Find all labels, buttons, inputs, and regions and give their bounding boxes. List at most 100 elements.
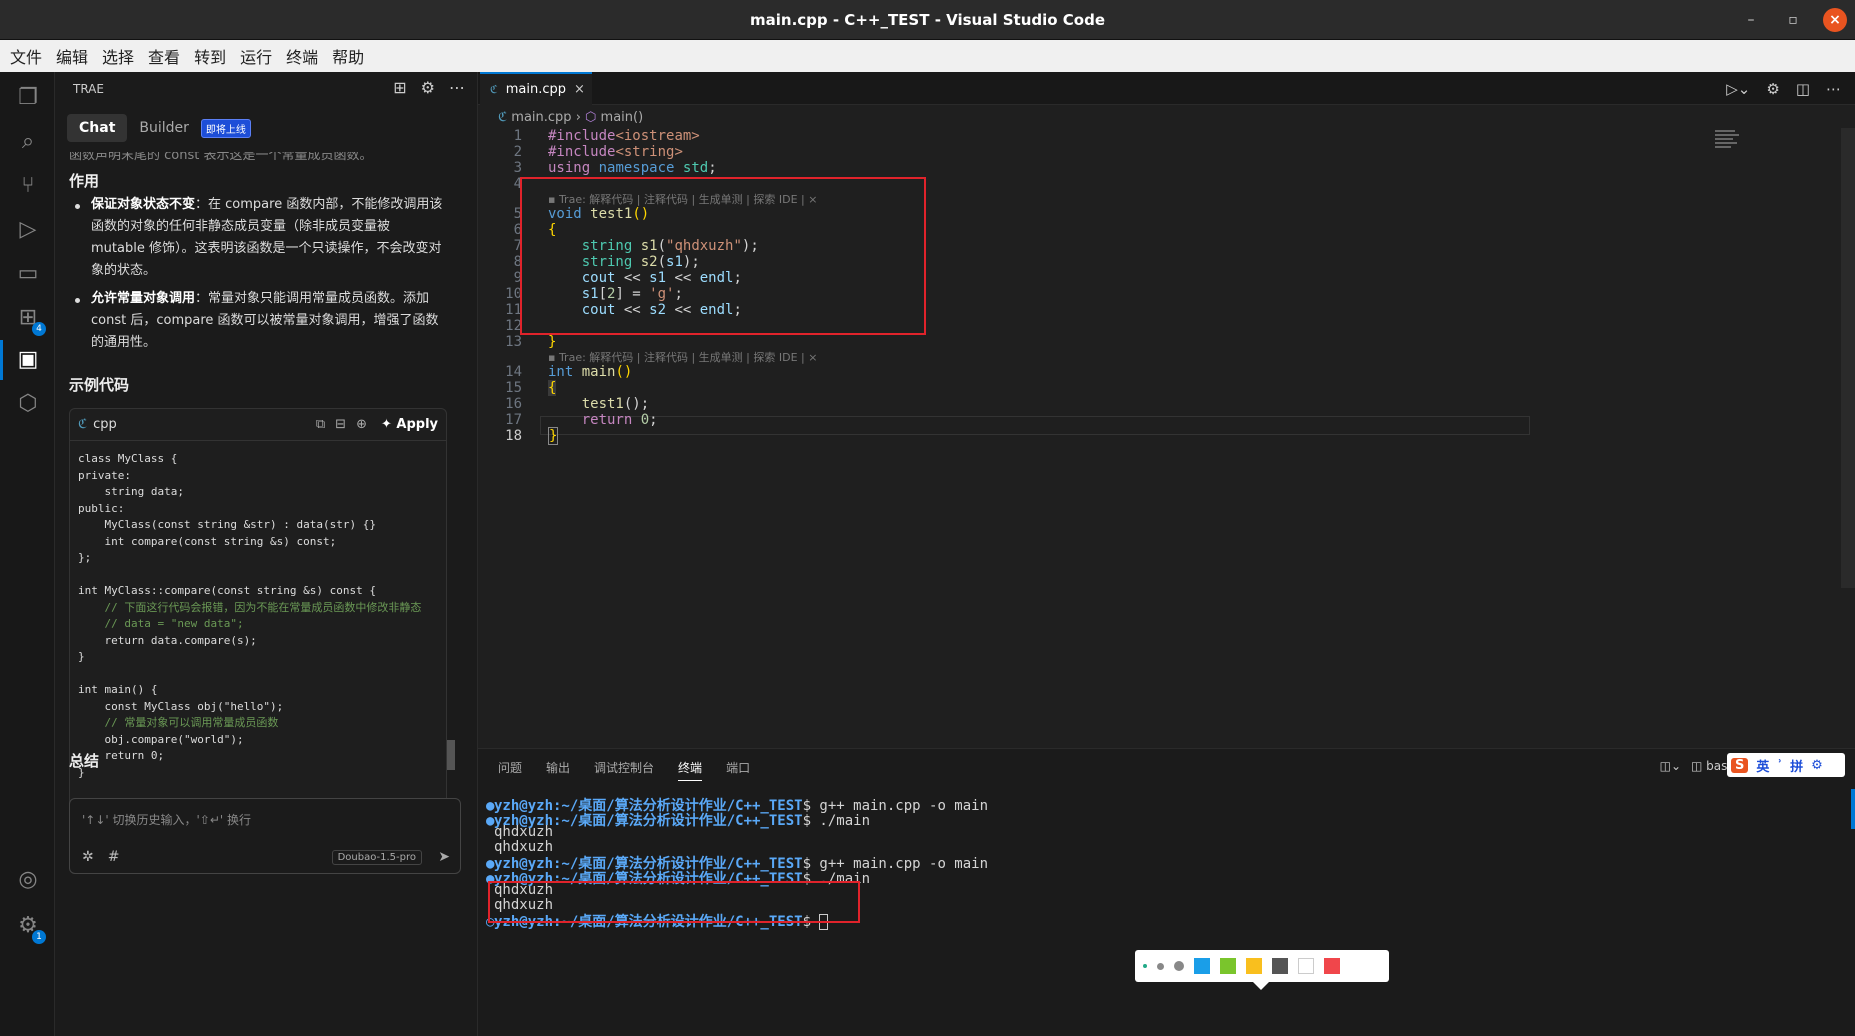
code-line: return 0; bbox=[581, 412, 658, 428]
breadcrumb-file[interactable]: main.cpp bbox=[511, 110, 571, 125]
bullet-dot bbox=[75, 298, 80, 303]
trae-chat-icon[interactable]: ▣ bbox=[12, 344, 44, 376]
send-icon[interactable]: ➤ bbox=[438, 849, 450, 865]
annotation-palette bbox=[1135, 950, 1389, 990]
line-number: 11 bbox=[505, 302, 522, 318]
line-number: 10 bbox=[505, 286, 522, 302]
menu-file[interactable]: 文件 bbox=[10, 44, 42, 68]
panel-tab-output[interactable]: 输出 bbox=[546, 759, 570, 781]
coming-soon-badge: 即将上线 bbox=[200, 118, 251, 138]
code-block-line: int MyClass::compare(const string &s) co… bbox=[78, 584, 377, 597]
menu-view[interactable]: 查看 bbox=[148, 44, 180, 68]
activity-bar: ❐ ⌕ ⑂ ▷ ▭ ⊞ 4 ▣ ⬡ ◎ ⚙ 1 bbox=[0, 72, 55, 1036]
line-number: 3 bbox=[513, 160, 522, 176]
settings-gear-icon[interactable]: ⚙ 1 bbox=[12, 910, 46, 944]
panel-tab-ports[interactable]: 端口 bbox=[726, 759, 750, 781]
run-debug-icon[interactable]: ▷ bbox=[12, 214, 44, 246]
breadcrumb-symbol[interactable]: main() bbox=[601, 110, 644, 125]
extensions-icon[interactable]: ⊞ 4 bbox=[12, 302, 46, 336]
code-line: using namespace std; bbox=[548, 160, 717, 176]
palette-pointer bbox=[1253, 982, 1269, 990]
line-number: 4 bbox=[513, 176, 522, 192]
color-swatch[interactable] bbox=[1246, 958, 1262, 974]
code-block-line: } bbox=[78, 650, 85, 663]
code-block-line bbox=[78, 567, 438, 584]
apply-label: Apply bbox=[396, 417, 438, 432]
magic-icon[interactable]: ✲ bbox=[82, 849, 94, 865]
maximize-icon[interactable]: ▫ bbox=[1781, 8, 1805, 32]
menu-terminal[interactable]: 终端 bbox=[286, 44, 318, 68]
code-block-line: public: bbox=[78, 501, 125, 515]
more-icon[interactable]: ⋯ bbox=[1826, 80, 1841, 98]
ime-lang[interactable]: 英 bbox=[1756, 756, 1769, 775]
source-control-icon[interactable]: ⑂ bbox=[12, 170, 44, 202]
copy-icon[interactable]: ⧉ bbox=[316, 417, 325, 432]
menu-help[interactable]: 帮助 bbox=[332, 44, 364, 68]
color-swatch[interactable] bbox=[1298, 958, 1314, 974]
code-block-line: // data = "new data"; bbox=[78, 617, 244, 630]
minimize-icon[interactable]: – bbox=[1739, 8, 1763, 32]
menu-run[interactable]: 运行 bbox=[240, 44, 272, 68]
code-line: #include<string> bbox=[548, 144, 683, 160]
model-selector[interactable]: Doubao-1.5-pro bbox=[331, 850, 422, 865]
ime-settings-icon[interactable]: ⚙ bbox=[1811, 758, 1823, 773]
split-terminal-icon[interactable]: ◫⌄ bbox=[1660, 759, 1681, 773]
remote-explorer-icon[interactable]: ▭ bbox=[12, 258, 44, 290]
tab-builder[interactable]: Builder bbox=[139, 120, 189, 136]
bottom-panel: 问题 输出 调试控制台 终端 端口 ◫⌄ ◫ bash S 英 ʾ 拼 ⚙ ●y… bbox=[478, 748, 1855, 1036]
color-swatch[interactable] bbox=[1220, 958, 1236, 974]
new-file-icon[interactable]: ⊕ bbox=[356, 417, 367, 432]
menu-edit[interactable]: 编辑 bbox=[56, 44, 88, 68]
close-icon[interactable]: × bbox=[1823, 8, 1847, 32]
ime-toolbar[interactable]: S 英 ʾ 拼 ⚙ bbox=[1727, 753, 1845, 777]
explorer-icon[interactable]: ❐ bbox=[12, 82, 44, 114]
ime-punct-icon[interactable]: ʾ bbox=[1777, 758, 1782, 773]
search-icon[interactable]: ⌕ bbox=[12, 126, 44, 158]
line-number: 18 bbox=[505, 428, 522, 444]
account-icon[interactable]: ◎ bbox=[12, 864, 44, 896]
code-block-line: const MyClass obj("hello"); bbox=[78, 699, 284, 713]
menu-go[interactable]: 转到 bbox=[194, 44, 226, 68]
code-block-line: int compare(const string &s) const; bbox=[78, 534, 337, 548]
line-number: 9 bbox=[513, 270, 522, 286]
run-icon[interactable]: ▷⌄ bbox=[1726, 80, 1750, 98]
apply-button[interactable]: ✦ Apply bbox=[381, 417, 438, 432]
code-block-line: private: bbox=[78, 468, 131, 482]
package-icon[interactable]: ⬡ bbox=[12, 388, 44, 420]
insert-icon[interactable]: ⊟ bbox=[335, 417, 346, 432]
gear-icon[interactable]: ⚙ bbox=[421, 78, 435, 97]
tab-label: main.cpp bbox=[505, 82, 566, 97]
new-chat-icon[interactable]: ⊞ bbox=[393, 78, 406, 97]
size-dot-large[interactable] bbox=[1174, 961, 1184, 971]
split-editor-icon[interactable]: ◫ bbox=[1796, 80, 1810, 98]
size-dot-medium[interactable] bbox=[1157, 962, 1164, 970]
chat-input[interactable]: '↑↓' 切换历史输入，'⇧↵' 换行 ✲ # Doubao-1.5-pro ➤ bbox=[69, 798, 461, 874]
hash-icon[interactable]: # bbox=[108, 849, 120, 865]
ime-mode[interactable]: 拼 bbox=[1790, 756, 1803, 775]
more-icon[interactable]: ⋯ bbox=[449, 78, 465, 97]
section-heading-role: 作用 bbox=[69, 172, 100, 190]
tab-chat[interactable]: Chat bbox=[67, 114, 128, 142]
panel-tab-terminal[interactable]: 终端 bbox=[678, 759, 703, 781]
code-block-body: class MyClass {private: string data; publ… bbox=[70, 441, 446, 791]
minimap[interactable] bbox=[1715, 128, 1755, 188]
sidebar-header: TRAE bbox=[73, 82, 104, 96]
panel-tab-debug-console[interactable]: 调试控制台 bbox=[594, 759, 654, 781]
color-swatch[interactable] bbox=[1272, 958, 1288, 974]
panel-tab-problems[interactable]: 问题 bbox=[498, 759, 522, 781]
color-swatch[interactable] bbox=[1194, 958, 1210, 974]
editor-scrollbar[interactable] bbox=[1841, 128, 1855, 588]
codelens-text[interactable]: Trae: 解释代码 | 注释代码 | 生成单测 | 探索 IDE | × bbox=[559, 351, 818, 364]
color-swatch[interactable] bbox=[1324, 958, 1340, 974]
cpp-file-icon: ℭ bbox=[498, 110, 508, 125]
line-number: 16 bbox=[505, 396, 522, 412]
size-dot-small[interactable] bbox=[1143, 964, 1147, 968]
tab-main-cpp[interactable]: ℭ main.cpp × bbox=[480, 72, 592, 105]
codelens[interactable]: ▪ Trae: 解释代码 | 注释代码 | 生成单测 | 探索 IDE | × bbox=[548, 349, 817, 365]
sidebar-scrollbar[interactable] bbox=[447, 740, 455, 770]
gear-icon[interactable]: ⚙ bbox=[1766, 80, 1779, 98]
bullet-dot bbox=[75, 204, 80, 209]
tab-close-icon[interactable]: × bbox=[574, 82, 585, 97]
code-block-line: string data; bbox=[78, 485, 184, 498]
menu-selection[interactable]: 选择 bbox=[102, 44, 134, 68]
